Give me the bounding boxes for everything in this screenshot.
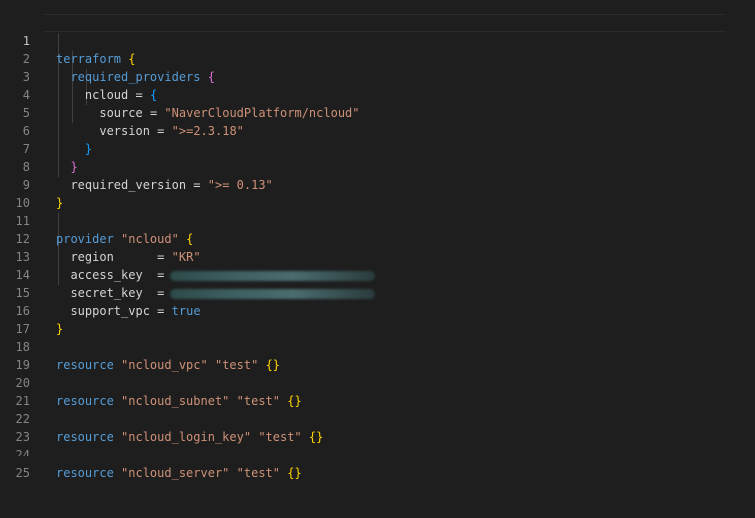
- token-keyword: resource: [56, 466, 114, 480]
- code-line[interactable]: 16 }: [0, 284, 755, 336]
- code-line[interactable]: 7 }: [0, 122, 755, 174]
- code-line[interactable]: 1 terraform {: [0, 14, 755, 66]
- code-line[interactable]: 14 secret_key =: [0, 248, 755, 300]
- code-line[interactable]: 11 provider "ncloud" {: [0, 194, 755, 246]
- code-line[interactable]: 24 resource "ncloud_server" "test" {}: [0, 428, 755, 480]
- code-editor[interactable]: 1 terraform { 2 required_providers { 3 n…: [0, 0, 755, 480]
- code-line[interactable]: 19: [0, 338, 755, 372]
- token-string: "test": [236, 466, 280, 480]
- code-line[interactable]: 8 required_version = ">= 0.13": [0, 140, 755, 192]
- code-line[interactable]: 23: [0, 410, 755, 444]
- code-line[interactable]: 3 ncloud = {: [0, 50, 755, 102]
- code-line[interactable]: 4 source = "NaverCloudPlatform/ncloud": [0, 68, 755, 120]
- code-line[interactable]: 5 version = ">=2.3.18": [0, 86, 755, 138]
- code-line[interactable]: 9 }: [0, 158, 755, 210]
- code-line[interactable]: 6 }: [0, 104, 755, 156]
- code-line[interactable]: 18 resource "ncloud_vpc" "test" {}: [0, 320, 755, 372]
- code-line[interactable]: 22 resource "ncloud_login_key" "test" {}: [0, 392, 755, 444]
- token-bracket: {}: [287, 466, 302, 480]
- code-line[interactable]: 21: [0, 374, 755, 408]
- token-string: "ncloud_server": [121, 466, 230, 480]
- viewport-edge: [0, 456, 755, 465]
- code-text: resource "ncloud_server" "test" {}: [56, 464, 302, 482]
- code-line[interactable]: 17: [0, 302, 755, 336]
- line-number: 25: [15, 466, 30, 480]
- code-line[interactable]: 2 required_providers {: [0, 32, 755, 84]
- code-line[interactable]: 13 access_key =: [0, 230, 755, 282]
- code-line[interactable]: 15 support_vpc = true: [0, 266, 755, 318]
- code-line[interactable]: 12 region = "KR": [0, 212, 755, 264]
- code-line[interactable]: 10: [0, 176, 755, 210]
- code-line[interactable]: 20 resource "ncloud_subnet" "test" {}: [0, 356, 755, 408]
